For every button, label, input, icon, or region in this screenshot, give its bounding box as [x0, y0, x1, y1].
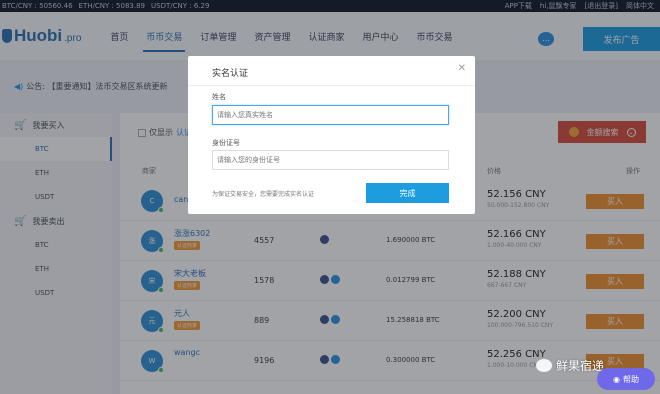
- id-label: 身份证号: [212, 139, 240, 147]
- security-hint: 为保证交易安全，您需要完成实名认证: [212, 191, 315, 198]
- name-input[interactable]: [212, 105, 449, 125]
- dialog-divider: [188, 85, 475, 86]
- done-button[interactable]: 完成: [366, 183, 449, 203]
- watermark: 鲜果宿递: [536, 357, 604, 374]
- wechat-icon: [536, 359, 552, 372]
- id-number-input[interactable]: [212, 150, 449, 170]
- name-label: 姓名: [212, 93, 226, 101]
- real-name-auth-dialog: 实名认证 ✕ 姓名 身份证号 为保证交易安全，您需要完成实名认证 完成: [188, 56, 475, 214]
- chat-icon: ◉: [613, 374, 620, 384]
- close-icon[interactable]: ✕: [458, 63, 466, 74]
- help-button[interactable]: ◉ 帮助: [597, 368, 655, 390]
- dialog-title: 实名认证: [212, 69, 249, 79]
